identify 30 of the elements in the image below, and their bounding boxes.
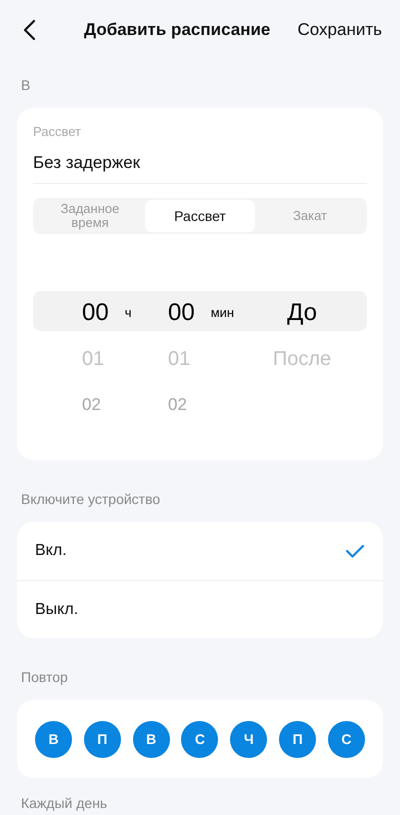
- day-toggle[interactable]: В: [132, 720, 170, 758]
- mode-tab[interactable]: Рассвет: [145, 200, 255, 232]
- day-toggle[interactable]: С: [328, 720, 365, 758]
- day-toggle[interactable]: В: [35, 720, 72, 758]
- page-title: Добавить расписание: [84, 19, 270, 42]
- action-option[interactable]: Вкл.: [17, 522, 383, 580]
- mode-tab[interactable]: Заданное время: [35, 200, 145, 232]
- picker-value[interactable]: 02: [82, 392, 101, 418]
- picker-selected-value[interactable]: 00: [168, 295, 195, 331]
- mode-tab[interactable]: Закат: [255, 200, 365, 232]
- day-toggle[interactable]: П: [84, 720, 121, 758]
- day-toggle[interactable]: Ч: [230, 720, 268, 758]
- picker-value[interactable]: 02: [168, 392, 187, 418]
- field-value: Без задержек: [33, 152, 142, 174]
- field-label: Рассвет: [33, 123, 82, 141]
- day-toggle[interactable]: П: [279, 720, 316, 758]
- option-label: Выкл.: [35, 600, 78, 620]
- unit-label: ч: [124, 304, 132, 322]
- section-label: В: [21, 77, 30, 93]
- unit-label: мин: [210, 304, 234, 322]
- section-label: Включите устройство: [21, 491, 160, 507]
- save-button[interactable]: Сохранить: [298, 17, 382, 43]
- section-label: Повтор: [21, 669, 68, 685]
- picker-selected-value[interactable]: До: [287, 295, 317, 331]
- day-toggle[interactable]: С: [181, 720, 218, 758]
- picker-selected-value[interactable]: 00: [82, 295, 109, 331]
- option-label: Вкл.: [35, 541, 67, 561]
- delay-field[interactable]: Рассвет Без задержек: [33, 122, 367, 184]
- action-option[interactable]: Выкл.: [17, 580, 383, 638]
- repeat-summary: Каждый день: [21, 795, 108, 811]
